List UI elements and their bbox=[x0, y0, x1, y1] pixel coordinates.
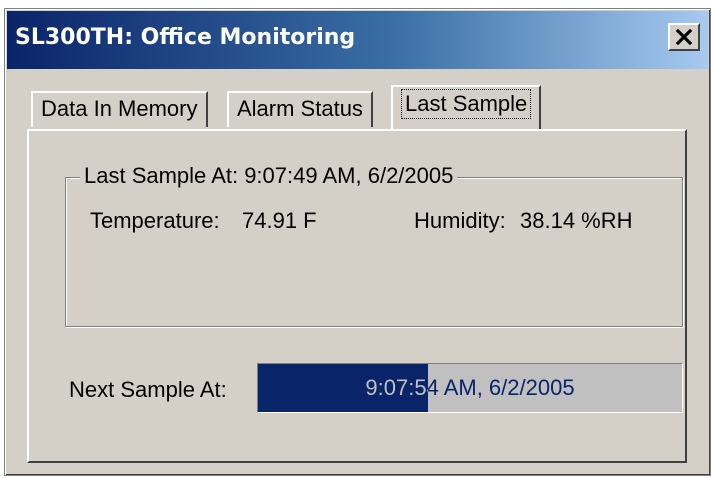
tab-label: Alarm Status bbox=[237, 96, 363, 121]
close-x-icon bbox=[675, 28, 693, 46]
last-sample-groupbox: Last Sample At: 9:07:49 AM, 6/2/2005 Tem… bbox=[65, 163, 683, 327]
temperature-value: 74.91 F bbox=[242, 208, 317, 233]
progress-fill-text-clip: 9:07:54 AM, 6/2/2005 bbox=[258, 364, 427, 412]
last-sample-panel: Last Sample At: 9:07:49 AM, 6/2/2005 Tem… bbox=[27, 129, 687, 463]
next-sample-value-inverse: 9:07:54 AM, 6/2/2005 bbox=[365, 375, 427, 400]
close-button[interactable] bbox=[668, 23, 700, 51]
dialog-window: SL300TH: Office Monitoring Data In Memor… bbox=[4, 8, 711, 476]
temperature-label: Temperature: bbox=[90, 208, 220, 233]
tab-label: Last Sample bbox=[401, 89, 532, 119]
next-sample-label: Next Sample At: bbox=[69, 377, 227, 402]
humidity-label: Humidity: bbox=[414, 208, 506, 233]
humidity-value: 38.14 %RH bbox=[520, 208, 633, 233]
tab-last-sample[interactable]: Last Sample bbox=[391, 85, 542, 129]
last-sample-legend: Last Sample At: 9:07:49 AM, 6/2/2005 bbox=[80, 163, 458, 189]
window-title: SL300TH: Office Monitoring bbox=[15, 25, 356, 50]
tab-alarm-status[interactable]: Alarm Status bbox=[227, 91, 373, 127]
tab-data-in-memory[interactable]: Data In Memory bbox=[31, 91, 208, 127]
title-bar[interactable]: SL300TH: Office Monitoring bbox=[7, 11, 708, 69]
tab-label: Data In Memory bbox=[41, 96, 198, 121]
next-sample-progress-bar: 9:07:54 AM, 6/2/2005 9:07:54 AM, 6/2/200… bbox=[257, 363, 683, 413]
